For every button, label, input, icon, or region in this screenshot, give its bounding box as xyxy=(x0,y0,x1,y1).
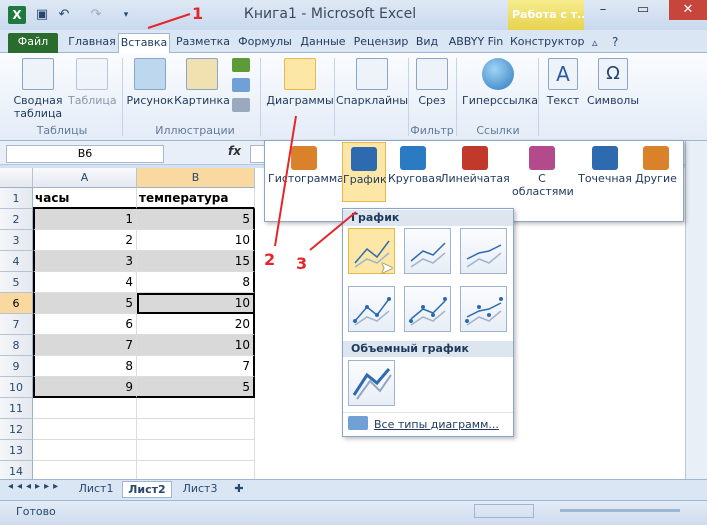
annotation-arrow-3 xyxy=(309,211,357,251)
annotation-number-1: 1 xyxy=(192,4,204,23)
annotation-arrow-1 xyxy=(147,13,191,29)
annotation-arrows xyxy=(147,13,357,251)
annotation-arrow-2 xyxy=(274,115,297,247)
annotation-number-2: 2 xyxy=(264,250,276,269)
annotation-number-3: 3 xyxy=(296,254,308,273)
